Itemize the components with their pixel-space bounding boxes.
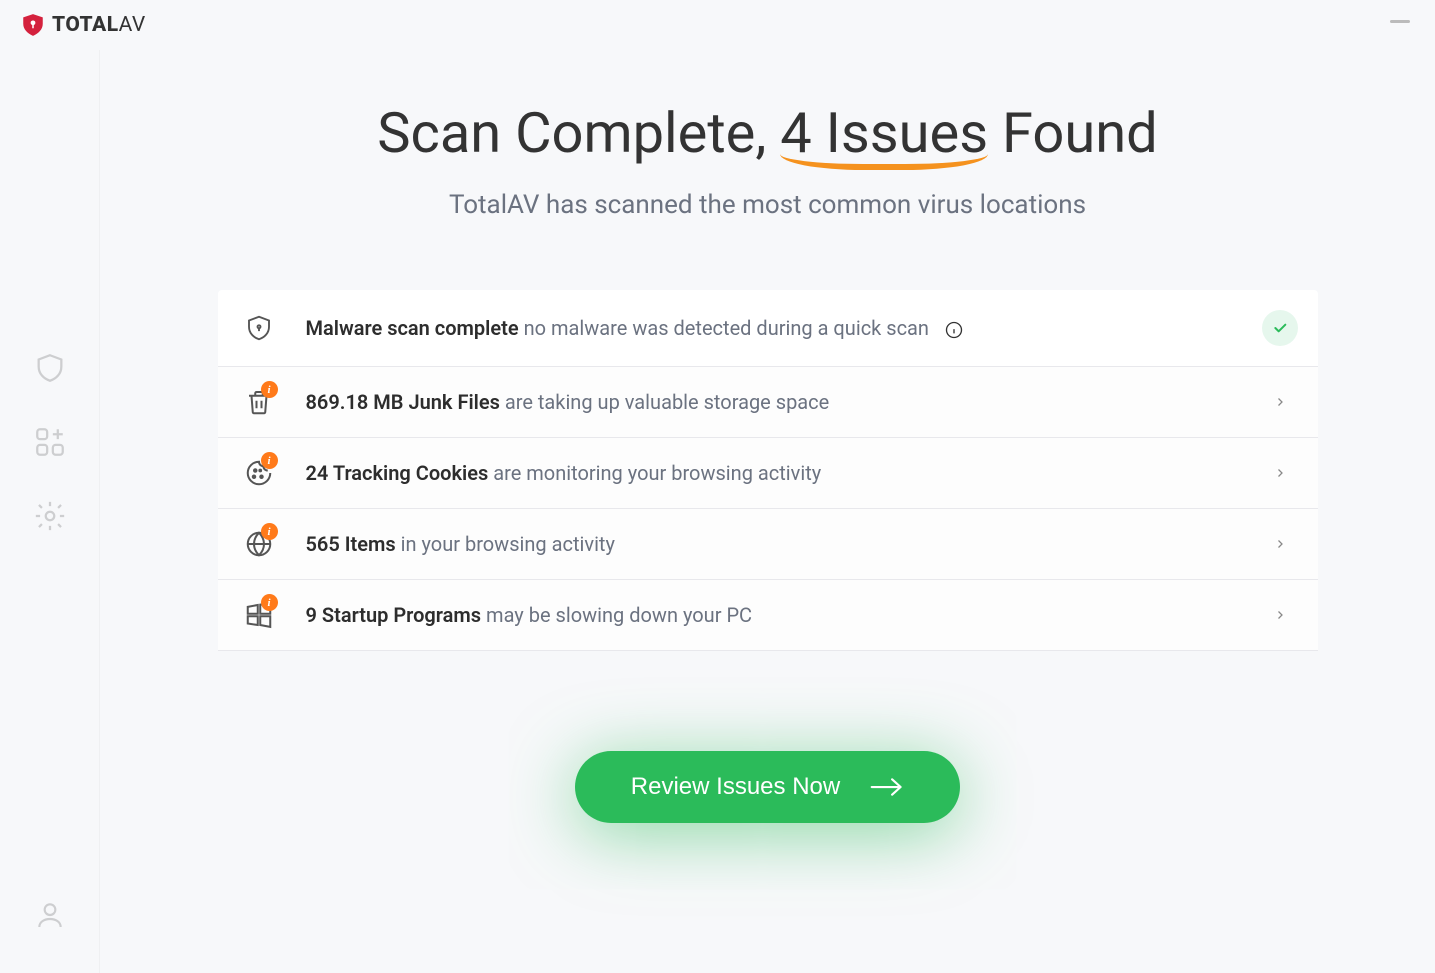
page-title: Scan Complete, 4 Issues Found (160, 100, 1375, 166)
results-list: Malware scan complete no malware was det… (218, 290, 1318, 651)
cta-label: Review Issues Now (631, 773, 840, 801)
chevron-right-icon (1274, 535, 1286, 553)
chevron-right-icon (1274, 393, 1286, 411)
arrow-right-icon (870, 776, 904, 798)
warn-badge-icon: i (261, 452, 278, 469)
result-text: 869.18 MB Junk Files are taking up valua… (306, 390, 1260, 414)
sidebar-item-account[interactable] (32, 897, 68, 933)
sidebar-item-settings[interactable] (32, 498, 68, 534)
shield-icon (33, 351, 67, 385)
sidebar-item-apps[interactable] (32, 424, 68, 460)
result-text: 9 Startup Programs may be slowing down y… (306, 603, 1260, 627)
check-icon (1272, 320, 1288, 336)
chevron-right-icon (1274, 606, 1286, 624)
minimize-button[interactable] (1390, 20, 1410, 23)
page-subtitle: TotalAV has scanned the most common viru… (160, 190, 1375, 220)
result-text: 24 Tracking Cookies are monitoring your … (306, 461, 1260, 485)
gear-icon (33, 499, 67, 533)
result-row-startup[interactable]: i 9 Startup Programs may be slowing down… (218, 580, 1318, 651)
user-icon (34, 899, 66, 931)
warn-badge-icon: i (261, 523, 278, 540)
result-row-malware[interactable]: Malware scan complete no malware was det… (218, 290, 1318, 367)
chevron-right-icon (1274, 464, 1286, 482)
review-issues-button[interactable]: Review Issues Now (575, 751, 960, 823)
warn-badge-icon: i (261, 594, 278, 611)
result-row-cookies[interactable]: i 24 Tracking Cookies are monitoring you… (218, 438, 1318, 509)
title-bar: TOTALAV (0, 0, 1435, 50)
result-row-browsing[interactable]: i 565 Items in your browsing activity (218, 509, 1318, 580)
info-icon[interactable] (944, 320, 964, 340)
result-text: 565 Items in your browsing activity (306, 532, 1260, 556)
main-content: Scan Complete, 4 Issues Found TotalAV ha… (100, 60, 1435, 973)
result-text: Malware scan complete no malware was det… (306, 316, 1260, 340)
status-check-badge (1262, 310, 1298, 346)
apps-icon (33, 425, 67, 459)
sidebar (0, 50, 100, 973)
app-logo-text: TOTALAV (52, 13, 146, 37)
sidebar-item-protection[interactable] (32, 350, 68, 386)
shield-logo-icon (20, 12, 46, 38)
warn-badge-icon: i (261, 381, 278, 398)
app-logo: TOTALAV (20, 12, 146, 38)
shield-lock-icon (244, 313, 274, 343)
result-row-junk[interactable]: i 869.18 MB Junk Files are taking up val… (218, 367, 1318, 438)
